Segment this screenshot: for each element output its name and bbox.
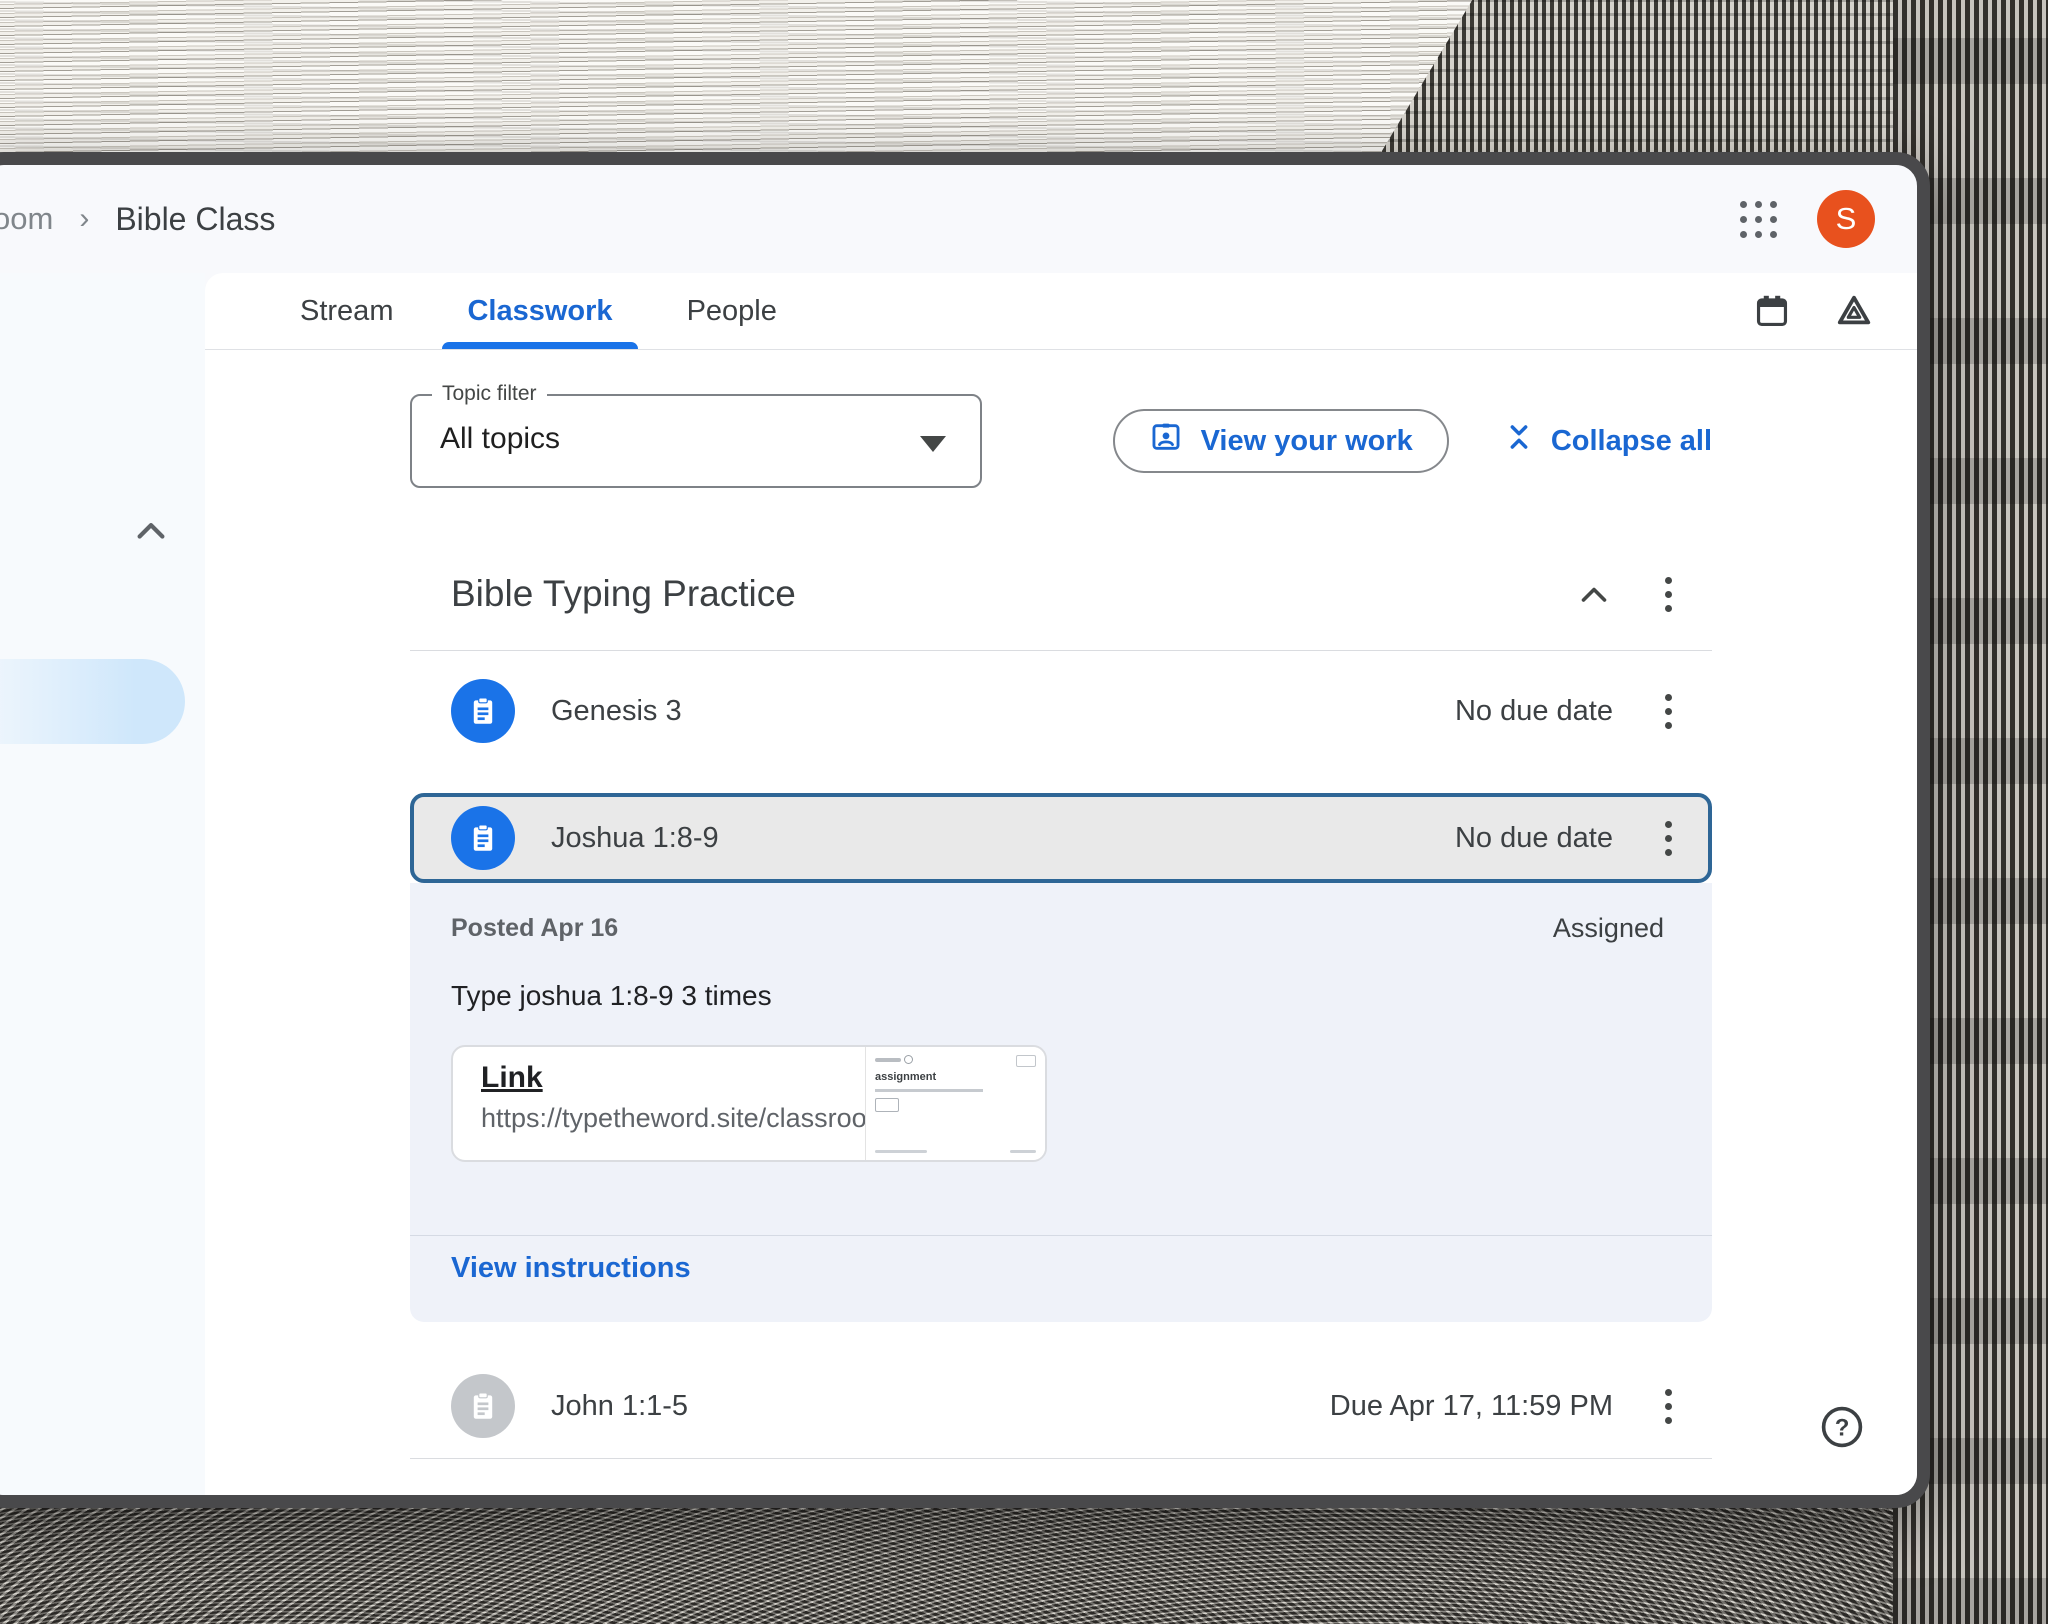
view-instructions-link[interactable]: View instructions: [410, 1236, 732, 1322]
collapse-all-label: Collapse all: [1550, 424, 1712, 457]
calendar-icon[interactable]: [1753, 292, 1791, 330]
assignment-due-date: Due Apr 17, 11:59 PM: [1329, 1389, 1613, 1422]
assignment-more-menu-icon[interactable]: [1659, 1383, 1678, 1430]
app-header: oom › Bible Class S: [0, 165, 1917, 273]
breadcrumb-prefix[interactable]: oom: [0, 201, 53, 237]
assignment-instructions: Type joshua 1:8-9 3 times: [451, 980, 772, 1011]
assignment-details-panel: Posted Apr 16 Assigned Type joshua 1:8-9…: [410, 883, 1712, 1322]
tab-stream[interactable]: Stream: [263, 273, 430, 349]
assignment-due-date: No due date: [1454, 821, 1613, 854]
assignment-row-genesis-3[interactable]: Genesis 3 No due date: [410, 671, 1712, 751]
classwork-toolbar: Topic filter All topics View your work C…: [410, 382, 1712, 488]
assignment-icon: [451, 679, 515, 743]
section-more-menu-icon[interactable]: [1659, 571, 1678, 618]
classroom-window: oom › Bible Class S Stream Classwork Peo…: [0, 152, 1930, 1508]
breadcrumb-class-name[interactable]: Bible Class: [115, 201, 275, 238]
assignment-row-joshua-selected[interactable]: Joshua 1:8-9 No due date: [410, 793, 1712, 883]
topic-title[interactable]: Bible Typing Practice: [451, 573, 796, 615]
google-drive-icon[interactable]: [1835, 292, 1873, 330]
topic-filter-label: Topic filter: [432, 382, 547, 406]
attachment-title[interactable]: Link: [481, 1061, 865, 1095]
attachment-thumbnail: assignment: [865, 1047, 1045, 1160]
assignment-more-menu-icon[interactable]: [1659, 688, 1678, 735]
topic-section-header: Bible Typing Practice: [410, 552, 1712, 636]
assignment-due-date: No due date: [1454, 694, 1613, 727]
sidebar: [0, 273, 205, 1495]
breadcrumb: oom › Bible Class: [0, 165, 275, 273]
svg-text:?: ?: [1835, 1414, 1850, 1441]
tab-classwork[interactable]: Classwork: [430, 273, 649, 349]
badge-icon: [1149, 420, 1183, 462]
thumbnail-heading: assignment: [875, 1071, 937, 1083]
assignment-icon: [451, 1374, 515, 1438]
topic-filter-value: All topics: [440, 422, 561, 455]
sidebar-collapse-chevron-icon[interactable]: [133, 517, 169, 548]
classwork-panel: Stream Classwork People Topic filter All…: [205, 273, 1917, 1495]
collapse-all-button[interactable]: Collapse all: [1503, 421, 1712, 461]
breadcrumb-separator-icon: ›: [79, 202, 90, 235]
assignment-title: Genesis 3: [551, 694, 682, 727]
posted-date: Posted Apr 16: [451, 914, 619, 942]
attachment-url: https://typetheword.site/classroo: [481, 1103, 865, 1133]
view-your-work-button[interactable]: View your work: [1112, 409, 1449, 473]
section-divider: [410, 650, 1712, 651]
account-avatar[interactable]: S: [1817, 190, 1875, 248]
row-divider: [410, 1458, 1712, 1459]
view-your-work-label: View your work: [1200, 424, 1413, 457]
topic-filter-select[interactable]: Topic filter All topics: [410, 382, 982, 488]
section-collapse-chevron-icon[interactable]: [1577, 582, 1611, 606]
assignment-more-menu-icon[interactable]: [1659, 815, 1678, 862]
assignment-icon: [451, 806, 515, 870]
assignment-title: John 1:1-5: [551, 1389, 689, 1422]
assignment-title: Joshua 1:8-9: [551, 821, 719, 854]
avatar-letter: S: [1835, 201, 1857, 236]
google-apps-grid-icon[interactable]: [1740, 201, 1778, 239]
tab-bar: Stream Classwork People: [205, 273, 1917, 350]
tab-people[interactable]: People: [650, 273, 814, 349]
status-badge: Assigned: [1552, 913, 1664, 943]
dropdown-caret-icon: [920, 436, 946, 452]
sidebar-active-item-highlight[interactable]: [0, 659, 185, 744]
assignment-row-john[interactable]: John 1:1-5 Due Apr 17, 11:59 PM: [410, 1366, 1712, 1446]
help-icon[interactable]: ?: [1819, 1404, 1865, 1455]
link-attachment-card[interactable]: Link https://typetheword.site/classroo a…: [451, 1045, 1047, 1162]
collapse-all-icon: [1503, 421, 1535, 461]
